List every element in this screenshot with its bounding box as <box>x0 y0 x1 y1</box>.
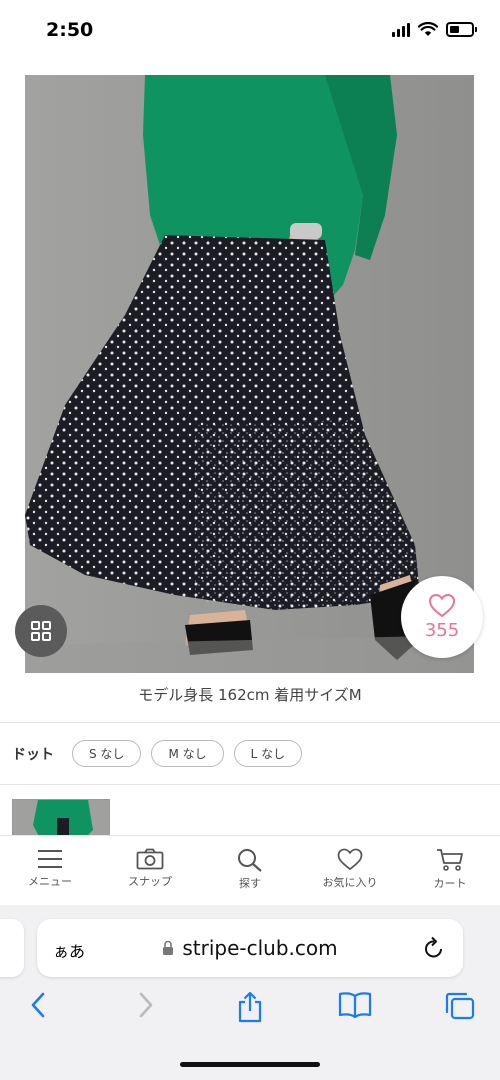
address-bar[interactable]: ぁあ stripe-club.com <box>37 919 463 977</box>
size-chip-s[interactable]: S なし <box>72 740 142 767</box>
home-indicator[interactable] <box>180 1062 320 1067</box>
product-thumbnail[interactable] <box>12 799 110 839</box>
signal-icon <box>392 22 410 37</box>
camera-icon <box>136 848 164 870</box>
thumbnail-photo <box>13 800 109 838</box>
browser-toolbar <box>0 991 500 1027</box>
url-wrap: stripe-club.com <box>37 919 463 977</box>
url-text: stripe-club.com <box>182 936 338 960</box>
nav-search-label: 探す <box>239 877 261 890</box>
model-size-caption: モデル身長 162cm 着用サイズM <box>138 686 362 704</box>
product-image[interactable] <box>25 75 474 673</box>
product-photo <box>25 75 474 673</box>
menu-icon <box>38 850 62 868</box>
gallery-grid-button[interactable] <box>15 605 67 657</box>
color-label: ドット <box>12 746 54 763</box>
back-icon[interactable] <box>28 991 48 1019</box>
nav-menu-label: メニュー <box>28 875 72 888</box>
divider <box>0 784 500 785</box>
favorite-button[interactable]: 355 <box>401 576 483 658</box>
status-time: 2:50 <box>46 19 94 41</box>
share-icon[interactable] <box>236 991 264 1023</box>
nav-cart[interactable]: カート <box>400 836 500 905</box>
forward-icon[interactable] <box>136 991 156 1019</box>
size-chip-l[interactable]: L なし <box>233 740 303 767</box>
favorite-count: 355 <box>424 620 460 641</box>
size-chip-m[interactable]: M なし <box>151 740 224 767</box>
tabs-icon[interactable] <box>444 991 476 1021</box>
nav-snap[interactable]: スナップ <box>100 836 200 905</box>
nav-cart-label: カート <box>433 877 467 890</box>
nav-favorites[interactable]: お気に入り <box>300 836 400 905</box>
search-icon <box>238 849 262 872</box>
status-icons <box>392 22 477 37</box>
cart-icon <box>437 849 463 871</box>
browser-bar: ぁあ stripe-club.com <box>0 905 500 1080</box>
lock-icon <box>163 940 174 955</box>
nav-menu[interactable]: メニュー <box>0 836 100 905</box>
previous-tab-preview[interactable] <box>0 919 24 977</box>
nav-snap-label: スナップ <box>128 875 172 888</box>
divider <box>0 722 500 723</box>
bottom-navigation: メニュー スナップ 探す お気に入り カート <box>0 835 500 905</box>
nav-favorites-label: お気に入り <box>322 876 378 889</box>
reload-icon[interactable] <box>423 936 445 960</box>
status-bar: 2:50 <box>0 0 500 64</box>
heart-icon <box>337 848 363 871</box>
bookmarks-icon[interactable] <box>338 991 372 1019</box>
battery-icon <box>446 22 477 37</box>
wifi-icon <box>418 22 438 36</box>
variant-row: ドット S なし M なし L なし <box>12 740 312 767</box>
grid-icon <box>31 621 51 641</box>
nav-search[interactable]: 探す <box>200 836 300 905</box>
heart-outline-icon <box>428 593 456 618</box>
